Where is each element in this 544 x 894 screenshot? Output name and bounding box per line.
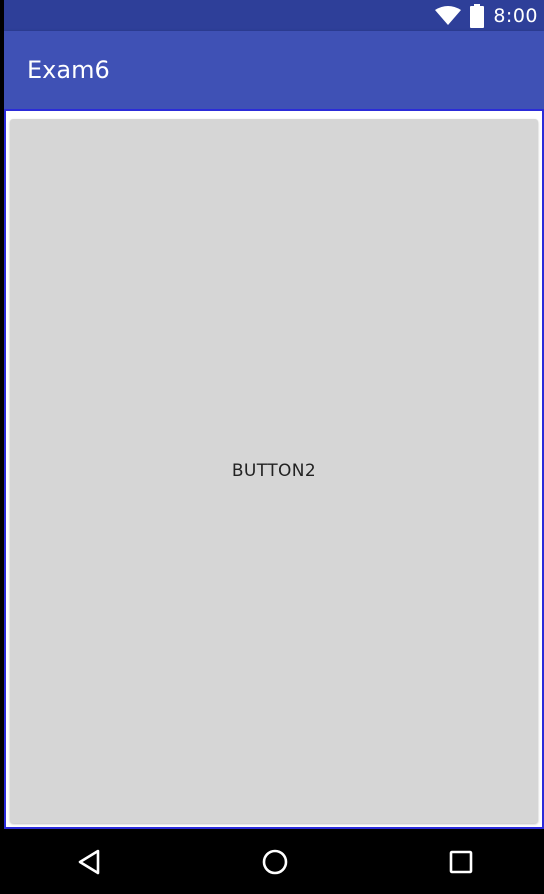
wifi-icon <box>435 5 462 25</box>
home-icon <box>262 849 288 874</box>
status-bar: 8:00 <box>4 0 544 31</box>
back-icon <box>78 849 100 874</box>
screen: 8:00 Exam6 BUTTON2 <box>4 0 544 894</box>
back-button[interactable] <box>44 829 134 894</box>
app-bar: Exam6 <box>4 31 544 109</box>
navigation-bar <box>4 829 544 894</box>
button2[interactable]: BUTTON2 <box>10 119 538 823</box>
recent-apps-button[interactable] <box>416 829 506 894</box>
content-area: BUTTON2 <box>4 109 544 829</box>
battery-icon <box>470 3 485 28</box>
device-frame: 8:00 Exam6 BUTTON2 <box>0 0 544 894</box>
status-time: 8:00 <box>493 4 538 27</box>
app-title: Exam6 <box>27 56 110 84</box>
home-button[interactable] <box>230 829 320 894</box>
recent-apps-icon <box>449 850 473 873</box>
